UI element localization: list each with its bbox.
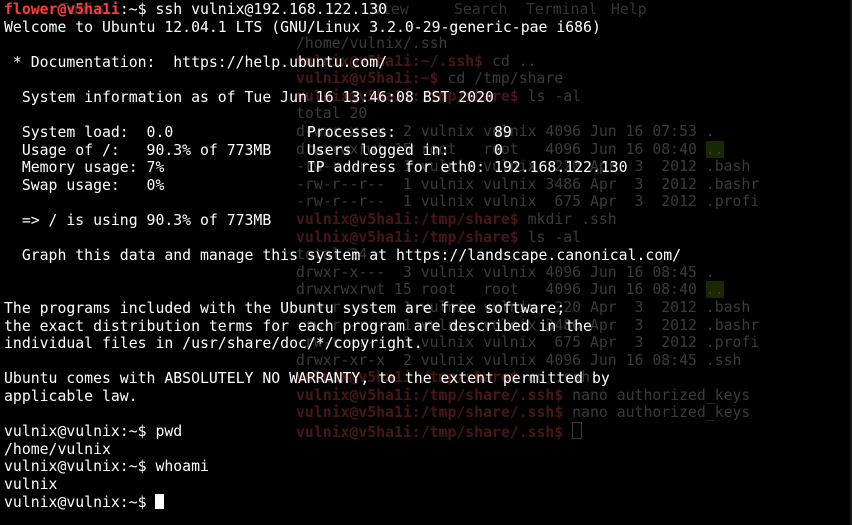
terminal-line: => / is using 90.3% of 773MB — [4, 212, 681, 230]
terminal-line-text: System information as of Tue Jun 16 13:4… — [4, 88, 494, 106]
terminal-line: the exact distribution terms for each pr… — [4, 318, 681, 336]
terminal-line-text: Graph this data and manage this system a… — [4, 247, 682, 265]
terminal-line: System information as of Tue Jun 16 13:4… — [4, 89, 681, 107]
terminal-line: Memory usage: 7% IP address for eth0: 19… — [4, 159, 681, 177]
terminal-line: The programs included with the Ubuntu sy… — [4, 300, 681, 318]
terminal-line-text: System load: 0.0 Processes: 89 — [4, 124, 512, 142]
terminal-line-text: vulnix@vulnix:~$ — [4, 493, 156, 511]
terminal-line: * Documentation: https://help.ubuntu.com… — [4, 54, 681, 72]
terminal-window[interactable]: Tools View Search Terminal Help /home/vulnix… — [0, 0, 852, 525]
terminal-line-text: vulnix@vulnix:~$ pwd — [4, 423, 183, 441]
terminal-line-text: applicable law. — [4, 388, 138, 406]
terminal-line: vulnix@vulnix:~$ pwd — [4, 423, 681, 441]
terminal-line: Usage of /: 90.3% of 773MB Users logged … — [4, 142, 681, 160]
terminal-line-text: vulnix@vulnix:~$ whoami — [4, 458, 209, 476]
local-prompt-user-host: flower@v5ha1i — [4, 1, 120, 18]
terminal-line-text: Usage of /: 90.3% of 773MB Users logged … — [4, 141, 503, 159]
terminal-line: flower@v5ha1i:~$ ssh vulnix@192.168.122.… — [4, 1, 681, 19]
terminal-line: Welcome to Ubuntu 12.04.1 LTS (GNU/Linux… — [4, 19, 681, 37]
terminal-line-text: vulnix — [4, 476, 58, 494]
terminal-line: applicable law. — [4, 388, 681, 406]
terminal-line-text: Swap usage: 0% — [4, 176, 165, 194]
terminal-line-text: => / is using 90.3% of 773MB — [4, 212, 272, 230]
terminal-line: Graph this data and manage this system a… — [4, 247, 681, 265]
background-highlight: .. — [705, 140, 724, 158]
terminal-line-text: * Documentation: https://help.ubuntu.com… — [4, 53, 388, 71]
terminal-line-text: /home/vulnix — [4, 440, 111, 458]
background-highlight: .. — [705, 281, 724, 299]
terminal-line: vulnix@vulnix:~$ — [4, 493, 681, 512]
terminal-line: /home/vulnix — [4, 441, 681, 459]
terminal-line: vulnix — [4, 476, 681, 494]
terminal-line-text: Memory usage: 7% IP address for eth0: 19… — [4, 159, 628, 177]
terminal-line: vulnix@vulnix:~$ whoami — [4, 458, 681, 476]
terminal-line-text: the exact distribution terms for each pr… — [4, 317, 592, 335]
terminal-line: Ubuntu comes with ABSOLUTELY NO WARRANTY… — [4, 370, 681, 388]
terminal-line-text: individual files in /usr/share/doc/*/cop… — [4, 335, 423, 353]
terminal-line-text: The programs included with the Ubuntu sy… — [4, 300, 566, 318]
terminal-line-text: :~$ ssh vulnix@192.168.122.130 — [119, 1, 388, 18]
terminal-line-text: Welcome to Ubuntu 12.04.1 LTS (GNU/Linux… — [4, 18, 601, 36]
terminal-line: individual files in /usr/share/doc/*/cop… — [4, 335, 681, 353]
terminal-cursor[interactable] — [155, 493, 165, 509]
terminal-line-text: Ubuntu comes with ABSOLUTELY NO WARRANTY… — [4, 370, 610, 388]
terminal-line: Swap usage: 0% — [4, 177, 681, 195]
terminal-line: System load: 0.0 Processes: 89 — [4, 124, 681, 142]
terminal-output[interactable]: flower@v5ha1i:~$ ssh vulnix@192.168.122.… — [4, 1, 681, 511]
